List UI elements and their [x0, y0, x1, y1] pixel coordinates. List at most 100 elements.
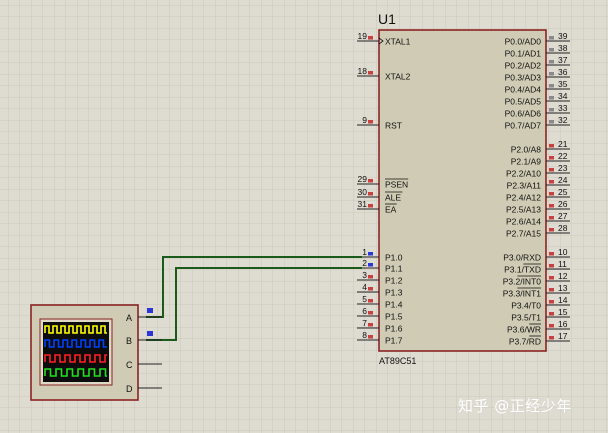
pin-label: P0.2/AD2: [505, 61, 542, 71]
pin-label: P2.7/A15: [506, 229, 541, 239]
pin-number: 36: [558, 67, 568, 77]
pin-marker: [549, 48, 554, 52]
pin-marker: [549, 216, 554, 220]
pin-number: 19: [358, 31, 368, 41]
pin-marker: [368, 299, 373, 303]
watermark-text: 知乎 @正经少年: [458, 397, 572, 415]
pin-number: 27: [558, 211, 568, 221]
pin-marker: [368, 252, 373, 256]
pin-label: P0.7/AD7: [505, 121, 542, 131]
pin-label: P0.4/AD4: [505, 85, 542, 95]
pin-number: 16: [558, 319, 568, 329]
pin-marker: [368, 323, 373, 327]
mcu-ref-label: U1: [378, 11, 396, 27]
pin-marker: [549, 180, 554, 184]
pin-label: XTAL2: [385, 72, 411, 82]
channel-label: D: [126, 384, 133, 394]
pin-label: P3.6/WR: [507, 325, 541, 335]
pin-marker: [549, 108, 554, 112]
pin-label: P0.1/AD1: [505, 49, 542, 59]
pin-marker: [549, 264, 554, 268]
pin-number: 33: [558, 103, 568, 113]
pin-label: P1.5: [385, 312, 403, 322]
pin-number: 31: [358, 199, 368, 209]
pin-label: P1.0: [385, 253, 403, 263]
pin-label: P0.5/AD5: [505, 97, 542, 107]
pin-number: 37: [558, 55, 568, 65]
pin-number: 34: [558, 91, 568, 101]
pin-number: 17: [558, 331, 568, 341]
pin-label: P3.1/TXD: [504, 265, 541, 275]
pin-number: 35: [558, 79, 568, 89]
pin-number: 24: [558, 175, 568, 185]
pin-marker: [368, 36, 373, 40]
pin-label: P1.2: [385, 276, 403, 286]
pin-label: P2.6/A14: [506, 217, 541, 227]
pin-marker: [549, 288, 554, 292]
pin-number: 10: [558, 247, 568, 257]
pin-marker: [549, 276, 554, 280]
pin-marker: [549, 144, 554, 148]
pin-marker: [549, 168, 554, 172]
pin-number: 29: [358, 174, 368, 184]
pin-marker: [368, 275, 373, 279]
pin-label: P3.5/T1: [511, 313, 541, 323]
pin-label: P1.3: [385, 288, 403, 298]
pin-marker: [368, 71, 373, 75]
pin-number: 13: [558, 283, 568, 293]
pin-number: 6: [362, 306, 367, 316]
pin-label: XTAL1: [385, 37, 411, 47]
pin-label: P3.3/INT1: [503, 289, 542, 299]
pin-number: 5: [362, 294, 367, 304]
pin-label: P2.0/A8: [511, 145, 542, 155]
pin-label: P2.1/A9: [511, 157, 542, 167]
pin-number: 18: [358, 66, 368, 76]
pin-label: P0.6/AD6: [505, 109, 542, 119]
pin-marker: [549, 204, 554, 208]
pin-marker: [549, 324, 554, 328]
pin-number: 3: [362, 270, 367, 280]
pin-number: 4: [362, 282, 367, 292]
pin-marker: [549, 120, 554, 124]
mcu-component[interactable]: U1 AT89C51 19XTAL118XTAL29RST29PSEN30ALE…: [357, 11, 570, 366]
pin-marker: [368, 335, 373, 339]
pin-marker: [368, 192, 373, 196]
probe-marker: [147, 331, 153, 336]
pin-label: P1.4: [385, 300, 403, 310]
pin-number: 32: [558, 115, 568, 125]
pin-label: P3.2/INT0: [503, 277, 542, 287]
pin-number: 25: [558, 187, 568, 197]
pin-label: P1.7: [385, 336, 403, 346]
channel-label: A: [126, 313, 132, 323]
pin-number: 28: [558, 223, 568, 233]
pin-number: 22: [558, 151, 568, 161]
pin-marker: [368, 179, 373, 183]
pin-number: 1: [362, 247, 367, 257]
mcu-part-label: AT89C51: [379, 356, 416, 366]
pin-marker: [368, 287, 373, 291]
pin-label: P2.2/A10: [506, 169, 541, 179]
pin-number: 7: [362, 318, 367, 328]
pin-marker: [368, 204, 373, 208]
schematic-canvas: U1 AT89C51 19XTAL118XTAL29RST29PSEN30ALE…: [0, 0, 608, 433]
pin-marker: [549, 336, 554, 340]
pin-number: 23: [558, 163, 568, 173]
pin-number: 14: [558, 295, 568, 305]
pin-marker: [549, 84, 554, 88]
pin-label: ALE: [385, 193, 401, 203]
pin-label: PSEN: [385, 180, 408, 190]
pin-number: 15: [558, 307, 568, 317]
pin-label: EA: [385, 205, 397, 215]
pin-number: 21: [558, 139, 568, 149]
pin-label: P3.7/RD: [509, 337, 541, 347]
pin-marker: [549, 192, 554, 196]
probe-marker: [147, 308, 153, 313]
pin-label: P0.3/AD3: [505, 73, 542, 83]
pin-label: P2.4/A12: [506, 193, 541, 203]
pin-label: P2.3/A11: [507, 181, 542, 191]
channel-label: C: [126, 360, 133, 370]
pin-number: 30: [358, 187, 368, 197]
pin-marker: [549, 72, 554, 76]
pin-label: P3.4/T0: [511, 301, 541, 311]
pin-number: 8: [362, 330, 367, 340]
